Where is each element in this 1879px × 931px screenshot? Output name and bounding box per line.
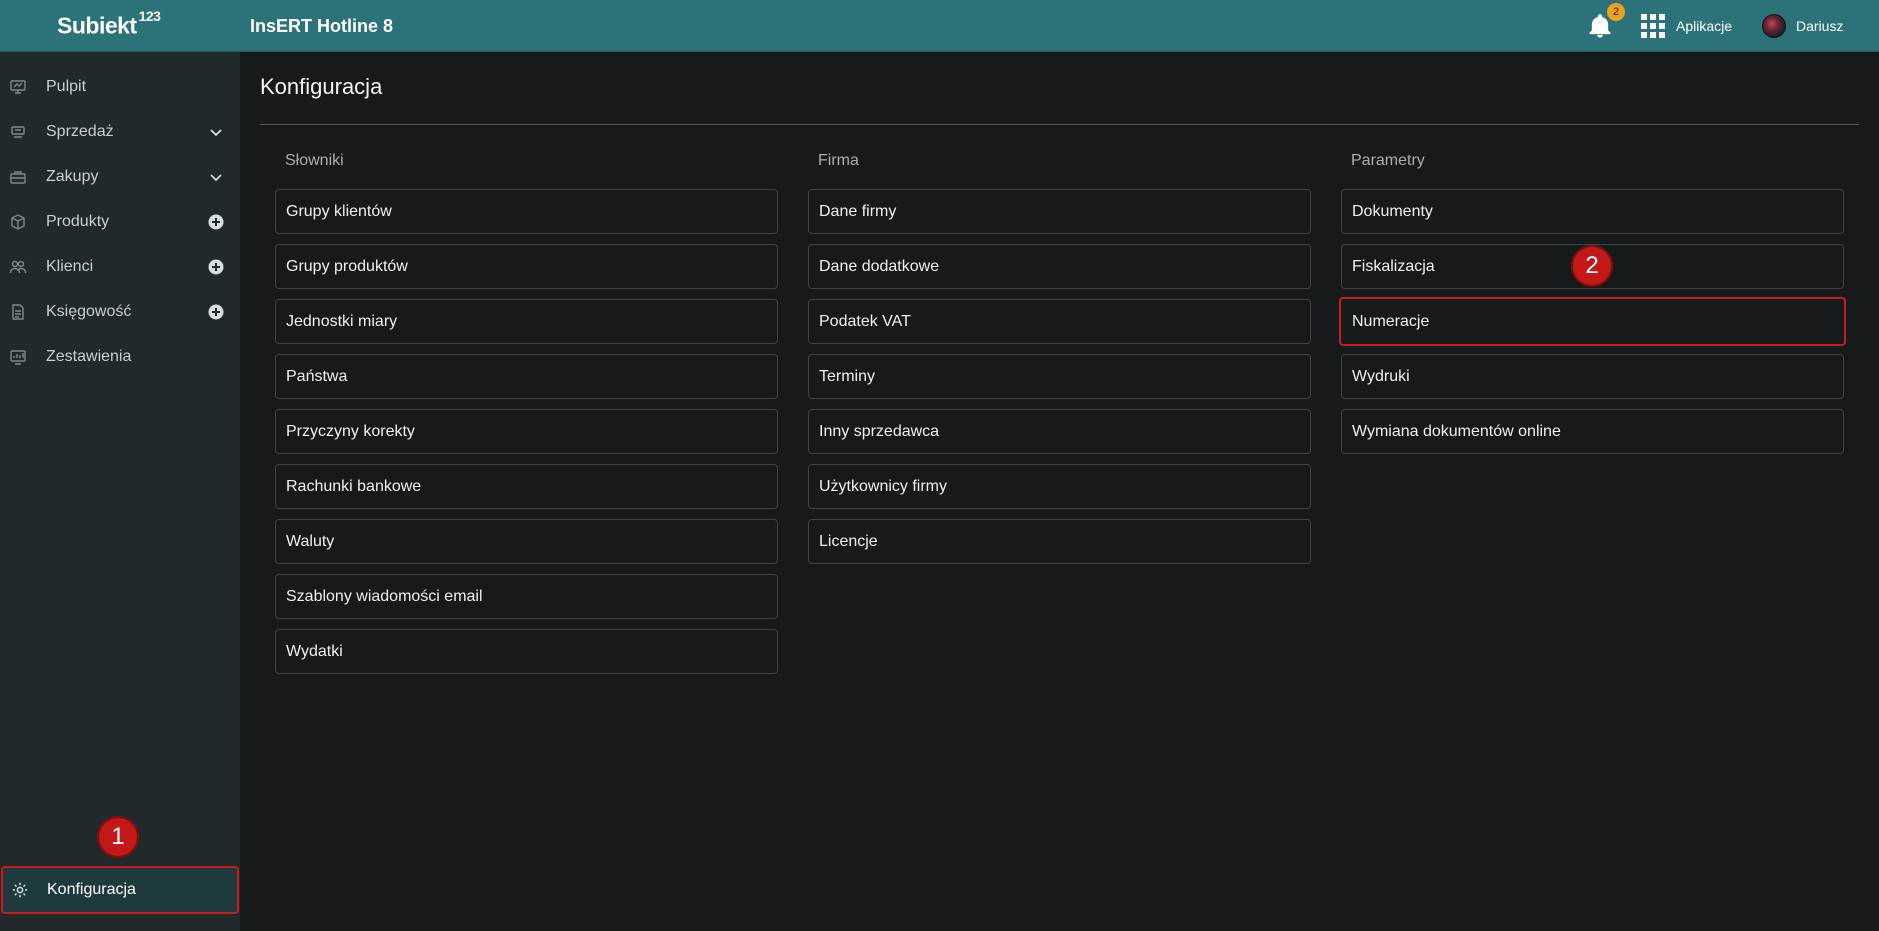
step-marker-2: 2 [1571,245,1613,287]
config-item[interactable]: Podatek VAT [808,299,1311,344]
config-item[interactable]: Licencje [808,519,1311,564]
gear-icon [11,881,29,899]
config-item-numeracje[interactable]: Numeracje [1339,297,1846,346]
config-item[interactable]: Jednostki miary [275,299,778,344]
chevron-down-icon[interactable] [208,124,224,140]
config-item[interactable]: Grupy produktów [275,244,778,289]
sidebar-item-label: Zestawienia [46,348,132,365]
sidebar-item-klienci[interactable]: Klienci [0,245,240,289]
section-header-parametry: Parametry [1351,152,1425,169]
config-item[interactable]: Dane dodatkowe [808,244,1311,289]
user-name: Dariusz [1796,18,1844,34]
sidebar-item-zestawienia[interactable]: Zestawienia [0,335,240,379]
plus-circle-icon[interactable] [208,214,224,230]
sidebar-item-produkty[interactable]: Produkty [0,200,240,244]
app-title: InsERT Hotline 8 [250,16,394,36]
plus-circle-icon[interactable] [208,259,224,275]
logo-superscript: 123 [138,8,161,24]
sidebar-item-konfiguracja[interactable]: Konfiguracja [1,866,239,914]
section-header-firma: Firma [818,152,859,169]
sidebar-item-label: Produkty [46,213,110,230]
notification-count-badge: 2 [1607,3,1625,21]
config-item[interactable]: Wymiana dokumentów online [1341,409,1844,454]
box-icon [9,213,27,231]
user-menu-button[interactable]: Dariusz [1762,13,1843,39]
config-item[interactable]: Wydatki [275,629,778,674]
sidebar-item-label: Sprzedaż [46,123,114,140]
config-item[interactable]: Państwa [275,354,778,399]
report-icon [9,348,27,366]
sidebar-item-label: Pulpit [46,78,87,95]
sidebar-item-ksiegowosc[interactable]: Księgowość [0,290,240,334]
config-item[interactable]: Przyczyny korekty [275,409,778,454]
apps-label: Aplikacje [1676,18,1733,34]
top-bar: Subiekt 123 InsERT Hotline 8 2 Aplikacje … [0,0,1879,52]
section-header-slowniki: Słowniki [285,152,344,169]
page-title: Konfiguracja [260,74,383,99]
document-icon [9,303,27,321]
sidebar-item-pulpit[interactable]: Pulpit [0,65,240,109]
config-item[interactable]: Szablony wiadomości email [275,574,778,619]
apps-grid-icon [1641,14,1665,38]
config-item[interactable]: Grupy klientów [275,189,778,234]
sidebar-item-label: Konfiguracja [47,881,136,898]
chevron-down-icon[interactable] [208,169,224,185]
apps-menu-button[interactable]: Aplikacje [1641,13,1732,39]
clients-icon [9,258,27,276]
sidebar-item-label: Klienci [46,258,94,275]
sidebar-item-label: Księgowość [46,303,132,320]
step-marker-1: 1 [97,816,139,858]
sidebar-item-zakupy[interactable]: Zakupy [0,155,240,199]
plus-circle-icon[interactable] [208,304,224,320]
app-logo[interactable]: Subiekt 123 [57,8,161,40]
sidebar-item-sprzedaz[interactable]: Sprzedaż [0,110,240,154]
config-item[interactable]: Waluty [275,519,778,564]
divider [260,124,1859,125]
config-item[interactable]: Rachunki bankowe [275,464,778,509]
config-item[interactable]: Terminy [808,354,1311,399]
avatar [1762,14,1786,38]
logo-text: Subiekt [57,12,137,39]
config-item[interactable]: Użytkownicy firmy [808,464,1311,509]
desktop-icon [9,78,27,96]
sidebar-item-label: Zakupy [46,168,99,185]
sidebar: Pulpit Sprzedaż Zakupy Produkty Klienci … [0,52,240,931]
config-item[interactable]: Wydruki [1341,354,1844,399]
purchases-icon [9,168,27,186]
config-item[interactable]: Dokumenty [1341,189,1844,234]
config-item[interactable]: Dane firmy [808,189,1311,234]
config-item[interactable]: Inny sprzedawca [808,409,1311,454]
sales-icon [9,123,27,141]
main-content: Konfiguracja Słowniki Grupy klientów Gru… [240,52,1879,931]
